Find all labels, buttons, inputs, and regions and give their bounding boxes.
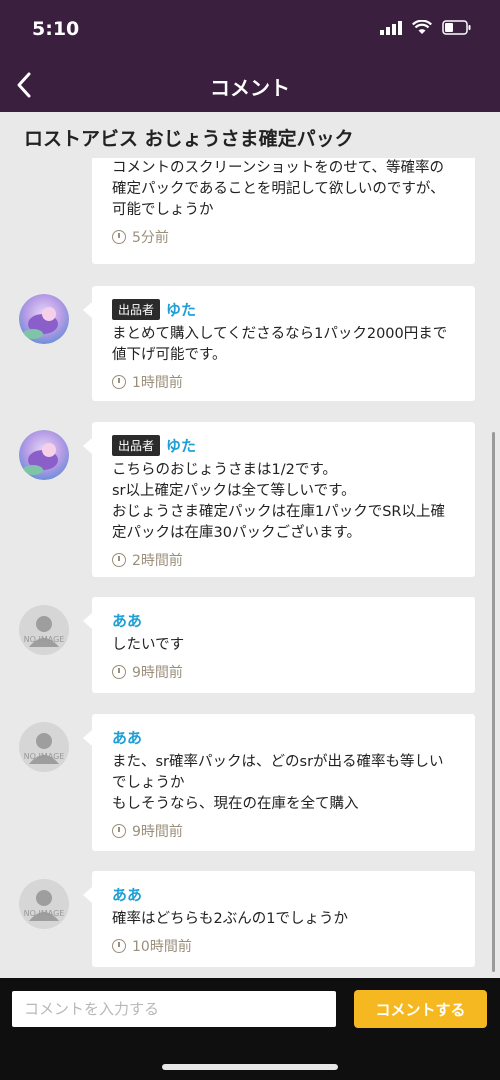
comment-time: 5分前 (112, 227, 455, 247)
scrollbar[interactable] (492, 432, 495, 972)
comment-time: 9時間前 (112, 821, 455, 841)
comment-time: 2時間前 (112, 550, 455, 570)
wifi-icon (412, 20, 432, 34)
comment-time-label: 9時間前 (132, 665, 183, 681)
comment-bubble: 出品者 ゆた こちらのおじょうさまは1/2です。 sr以上確定パックは全て等しい… (83, 422, 475, 577)
nav-title: コメント (210, 76, 290, 100)
clock-icon (112, 375, 126, 389)
comment-bubble: ああ 確率はどちらも2ぶんの1でしょうか 10時間前 (83, 871, 475, 967)
default-user-icon (19, 722, 69, 772)
clock-icon (112, 553, 126, 567)
comment-header: ああ (112, 883, 455, 905)
comment-text: したいです (112, 637, 185, 653)
cellular-signal-icon (380, 20, 402, 35)
page-title: ロストアビス おじょうさま確定パック (0, 112, 500, 158)
comment-text: また、sr確率パックは、どのsrが出る確率も等しいでしょうか もしそうなら、現在… (112, 754, 444, 812)
user-avatar-image (19, 430, 69, 480)
comment-time-label: 1時間前 (132, 375, 183, 391)
commenter-name[interactable]: ああ (112, 727, 142, 748)
clock-icon (112, 824, 126, 838)
comment-input[interactable] (12, 991, 336, 1027)
comment-header: ああ (112, 726, 455, 748)
comment-text: こちらのおじょうさまは1/2です。 sr以上確定パックは全て等しいです。 おじょ… (112, 462, 446, 541)
comment-text: コメントのスクリーンショットをのせて、等確率の確定パックであることを明記して欲し… (112, 160, 445, 218)
comment-composer: コメントする (0, 978, 500, 1080)
comment-time: 10時間前 (112, 936, 455, 956)
clock-icon (112, 230, 126, 244)
commenter-name[interactable]: ああ (112, 884, 142, 905)
comment-time-label: 9時間前 (132, 824, 183, 840)
status-icons (380, 20, 472, 35)
nav-bar: コメント (0, 58, 500, 112)
commenter-name[interactable]: ああ (112, 610, 142, 631)
avatar[interactable] (19, 430, 69, 480)
comment-list[interactable]: コメントのスクリーンショットをのせて、等確率の確定パックであることを明記して欲し… (0, 158, 500, 978)
no-image-label: NO IMAGE (23, 752, 65, 761)
comment-header: ああ (112, 609, 455, 631)
commenter-name[interactable]: ゆた (166, 299, 196, 320)
comment-text: まとめて購入してくださるなら1パック2000円まで値下げ可能です。 (112, 326, 448, 363)
avatar[interactable]: NO IMAGE (19, 722, 69, 772)
battery-icon (442, 20, 471, 35)
comment-header: 出品者 ゆた (112, 298, 455, 320)
comment-time-label: 2時間前 (132, 553, 183, 569)
comment-time: 1時間前 (112, 372, 455, 392)
comment-bubble: ああ また、sr確率パックは、どのsrが出る確率も等しいでしょうか もしそうなら… (83, 714, 475, 851)
avatar[interactable]: NO IMAGE (19, 879, 69, 929)
comment-time: 9時間前 (112, 662, 455, 682)
clock-icon (112, 665, 126, 679)
comment-text: 確率はどちらも2ぶんの1でしょうか (112, 911, 348, 927)
no-image-label: NO IMAGE (23, 909, 65, 918)
avatar[interactable] (19, 294, 69, 344)
commenter-name[interactable]: ゆた (166, 435, 196, 456)
avatar[interactable]: NO IMAGE (19, 605, 69, 655)
default-user-icon (19, 879, 69, 929)
comment-time-label: 5分前 (132, 230, 169, 246)
submit-comment-button[interactable]: コメントする (354, 990, 487, 1028)
comment-time-label: 10時間前 (132, 939, 192, 955)
default-user-icon (19, 605, 69, 655)
comment-bubble: コメントのスクリーンショットをのせて、等確率の確定パックであることを明記して欲し… (92, 158, 475, 264)
home-indicator[interactable] (162, 1064, 338, 1070)
status-time: 5:10 (32, 18, 80, 40)
seller-badge: 出品者 (112, 298, 161, 320)
no-image-label: NO IMAGE (23, 635, 65, 644)
status-bar: 5:10 (0, 0, 500, 58)
clock-icon (112, 939, 126, 953)
comment-bubble: ああ したいです 9時間前 (83, 597, 475, 693)
seller-badge: 出品者 (112, 434, 161, 456)
comment-header: 出品者 ゆた (112, 434, 455, 456)
user-avatar-image (19, 294, 69, 344)
comment-bubble: 出品者 ゆた まとめて購入してくださるなら1パック2000円まで値下げ可能です。… (83, 286, 475, 401)
